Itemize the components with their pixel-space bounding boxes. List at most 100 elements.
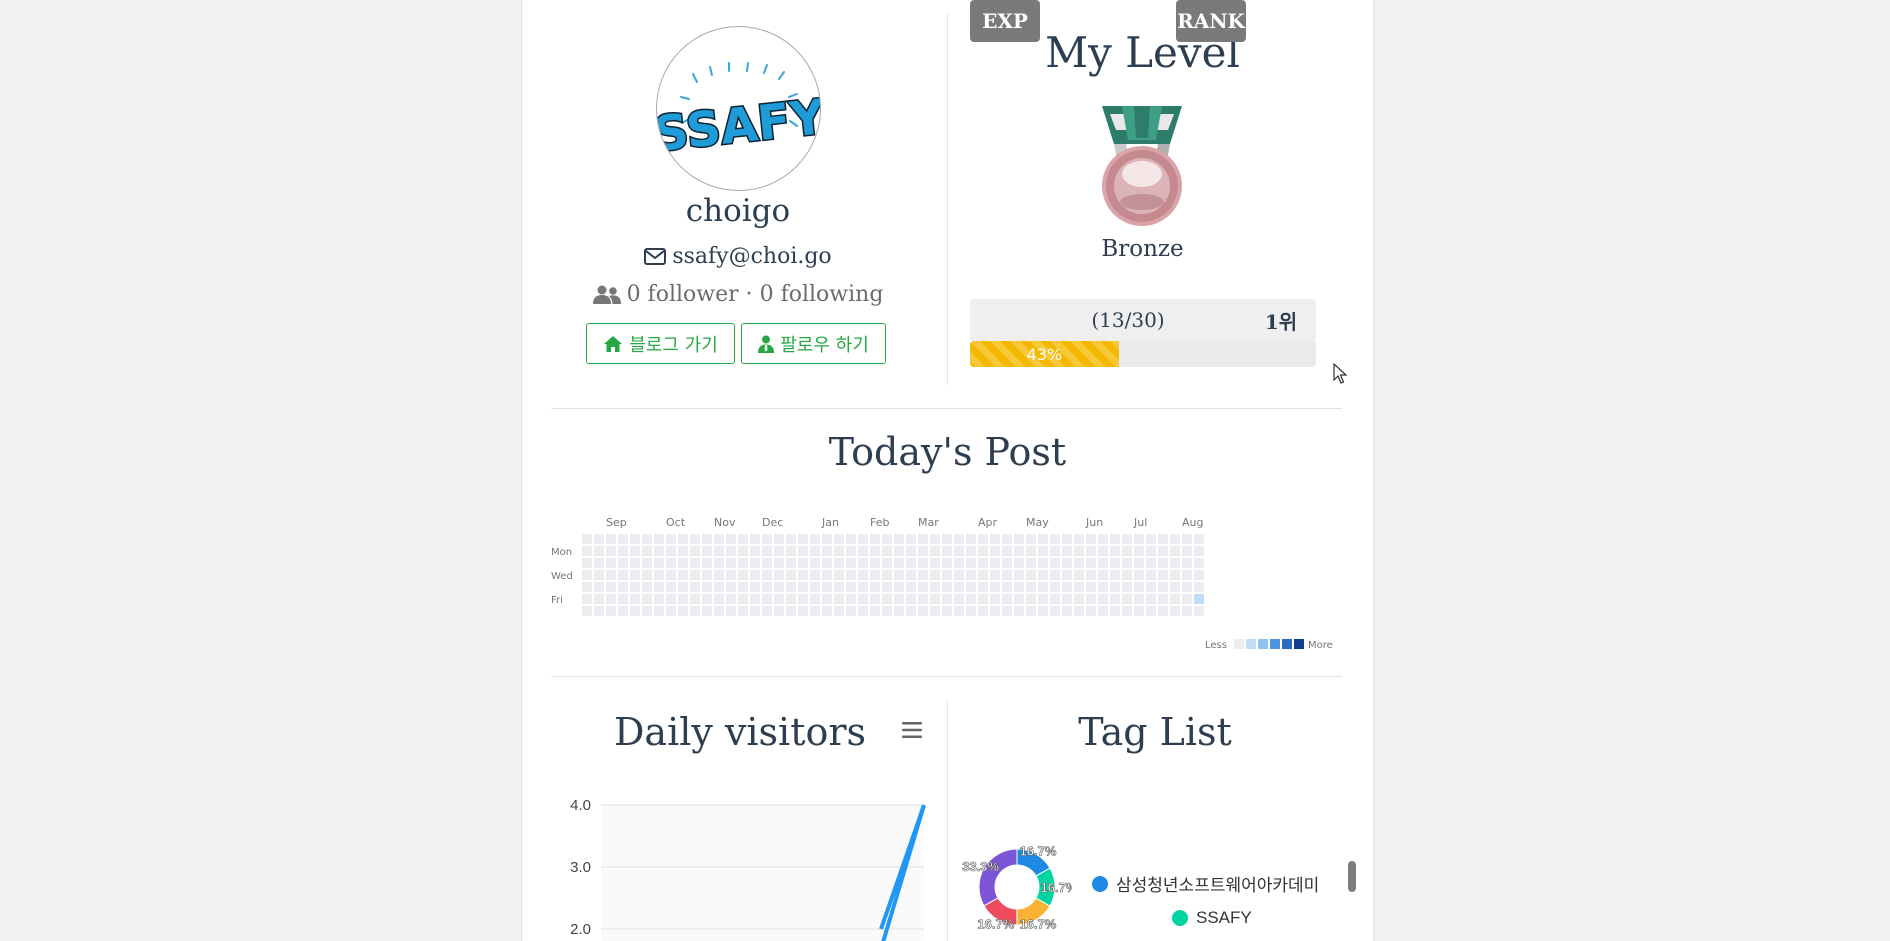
heatmap-cell [594, 570, 604, 580]
heatmap-cell [714, 594, 724, 604]
legend-dot [1172, 910, 1188, 926]
heatmap-cell [1122, 534, 1132, 544]
heatmap-cell [1014, 594, 1024, 604]
heatmap-cell [978, 606, 988, 616]
heatmap-cell [1194, 606, 1204, 616]
heatmap-cell [702, 570, 712, 580]
heatmap-cell [630, 546, 640, 556]
heatmap-cell [990, 606, 1000, 616]
heatmap-cell [1146, 534, 1156, 544]
heatmap-cell [654, 594, 664, 604]
heatmap-cell [1158, 558, 1168, 568]
heatmap-cell [930, 534, 940, 544]
heatmap-cell [738, 534, 748, 544]
heatmap-cell [1014, 570, 1024, 580]
heatmap-cell [1074, 570, 1084, 580]
heatmap-cell [846, 582, 856, 592]
heatmap-cell [618, 570, 628, 580]
heatmap-cell [870, 534, 880, 544]
heatmap-cell [966, 534, 976, 544]
heatmap-cell [978, 582, 988, 592]
heatmap-cell [1122, 570, 1132, 580]
heatmap-cell [1026, 582, 1036, 592]
heatmap-cell [666, 534, 676, 544]
heatmap-cell [594, 606, 604, 616]
heatmap-cell [1050, 570, 1060, 580]
heatmap-cell [1086, 546, 1096, 556]
plot-area [601, 805, 924, 941]
heatmap-cell [642, 594, 652, 604]
heatmap-cell [1146, 594, 1156, 604]
heatmap-cell [702, 558, 712, 568]
y-tick-label: 2.0 [570, 921, 591, 938]
hamburger-menu-icon[interactable] [900, 718, 924, 742]
heatmap-cell [1086, 570, 1096, 580]
heatmap-cell [726, 570, 736, 580]
month-label: Feb [870, 516, 889, 529]
heatmap-cell [1158, 606, 1168, 616]
heatmap-cell [1098, 594, 1108, 604]
heatmap-legend-swatch [1282, 639, 1292, 649]
heatmap-cell [1038, 582, 1048, 592]
heatmap-cell [1074, 594, 1084, 604]
heatmap-cell [642, 534, 652, 544]
heatmap-cell [822, 606, 832, 616]
heatmap-cell [966, 570, 976, 580]
heatmap-cell [930, 570, 940, 580]
heatmap-cell [774, 582, 784, 592]
heatmap-cell [606, 534, 616, 544]
exp-progress-bar: 43% [970, 341, 1316, 367]
heatmap-cell [1110, 534, 1120, 544]
heatmap-cell [822, 570, 832, 580]
heatmap-cell [954, 546, 964, 556]
day-label: Mon [551, 547, 572, 558]
email-text: ssafy@choi.go [672, 244, 832, 269]
exp-value: (13/30) [1091, 308, 1165, 332]
legend-item-ssafy[interactable]: SSAFY [1172, 908, 1252, 928]
heatmap-cell [630, 606, 640, 616]
slice-label: 16.7% [1019, 916, 1056, 931]
heatmap-cell [822, 534, 832, 544]
heatmap-cell [702, 606, 712, 616]
heatmap-cell [1002, 558, 1012, 568]
legend-less-label: Less [1205, 640, 1227, 651]
heatmap-cell [894, 558, 904, 568]
heatmap-cell [1062, 606, 1072, 616]
heatmap-cell [1026, 534, 1036, 544]
heatmap-cell [738, 606, 748, 616]
heatmap-cell [1110, 582, 1120, 592]
heatmap-cell [1146, 546, 1156, 556]
heatmap-cell [1158, 582, 1168, 592]
heatmap-cell [690, 534, 700, 544]
heatmap-cell [810, 582, 820, 592]
tag-donut-chart: 16.7% 16.7% 16.7% 16.7% 33.3% [962, 843, 1072, 931]
legend-item-samsung[interactable]: 삼성청년소프트웨어아카데미 [1092, 871, 1319, 896]
heatmap-cell [798, 594, 808, 604]
heatmap-cell [786, 558, 796, 568]
heatmap-cell [1170, 570, 1180, 580]
heatmap-cell [942, 582, 952, 592]
heatmap-cell [1086, 594, 1096, 604]
heatmap-cell [906, 534, 916, 544]
follow-button[interactable]: 팔로우 하기 [741, 323, 886, 364]
heatmap-cell [906, 558, 916, 568]
heatmap-legend-swatch [1246, 639, 1256, 649]
heatmap-cell [702, 582, 712, 592]
donut-slice [978, 848, 1018, 907]
heatmap-cell [942, 546, 952, 556]
heatmap-cell [606, 606, 616, 616]
heatmap-cell [1134, 582, 1144, 592]
heatmap-cell [834, 570, 844, 580]
go-to-blog-button[interactable]: 블로그 가기 [586, 323, 735, 364]
heatmap-cell [630, 594, 640, 604]
heatmap-cell [1134, 534, 1144, 544]
tag-list-title: Tag List [1078, 710, 1232, 754]
bronze-medal-icon [1102, 106, 1182, 226]
legend-scrollbar[interactable] [1348, 861, 1356, 892]
section-divider [551, 408, 1342, 409]
heatmap-cell [918, 534, 928, 544]
heatmap-cell [858, 570, 868, 580]
vertical-divider [947, 700, 948, 941]
heatmap-cell [1110, 546, 1120, 556]
heatmap-cell [1158, 534, 1168, 544]
